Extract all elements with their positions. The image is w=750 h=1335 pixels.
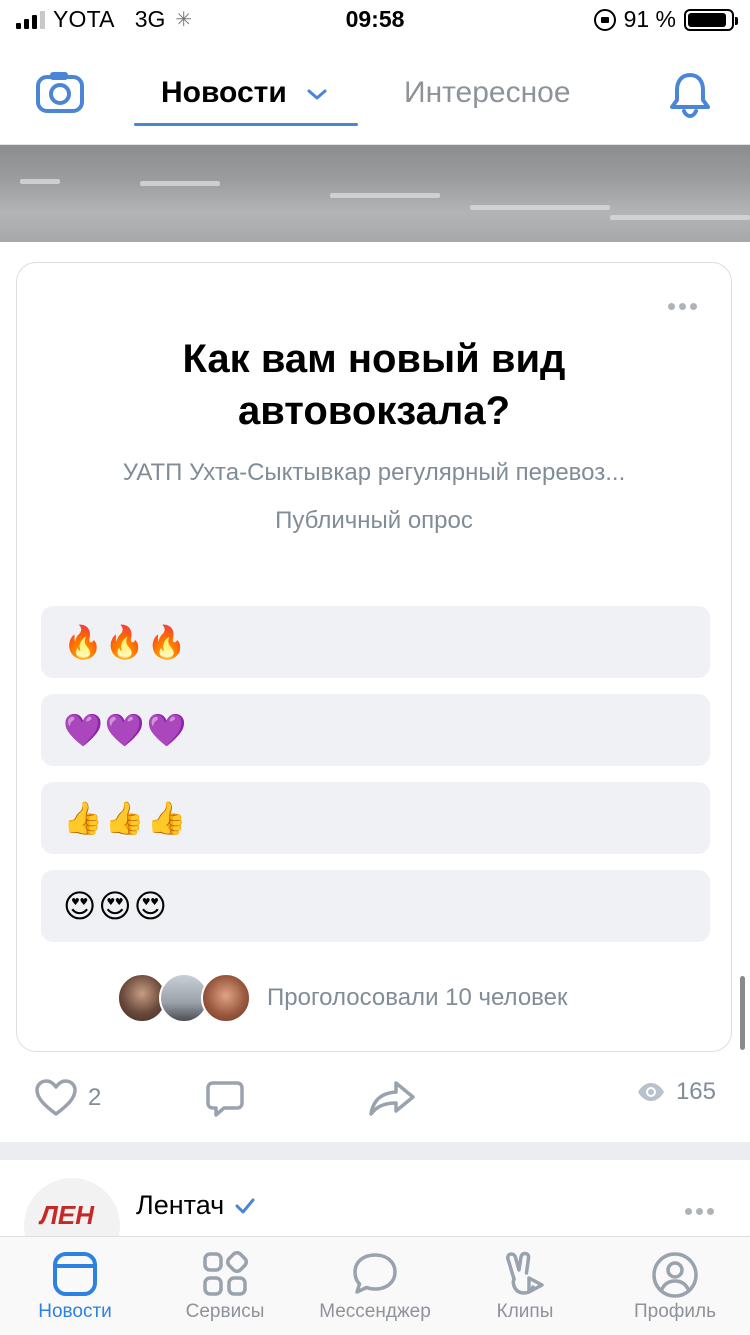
heart-icon — [35, 1079, 77, 1116]
camera-icon[interactable] — [36, 70, 84, 114]
tab-news-label: Новости — [161, 76, 287, 109]
status-bar: YOTA 3G ✳ 09:58 91 % — [0, 0, 750, 40]
share-button[interactable] — [368, 1078, 416, 1118]
voters-count: Проголосовали 10 человек — [267, 984, 568, 1011]
poll-option[interactable]: 👍👍👍 — [41, 782, 710, 854]
post-divider — [0, 1142, 750, 1160]
tabbar-item-clips[interactable]: Клипы — [450, 1237, 600, 1335]
profile-icon — [652, 1252, 698, 1298]
tabbar-item-services[interactable]: Сервисы — [150, 1237, 300, 1335]
more-options-icon[interactable] — [668, 303, 697, 310]
tabbar-label: Профиль — [633, 1301, 717, 1322]
tabbar-item-messenger[interactable]: Мессенджер — [300, 1237, 450, 1335]
post-actions: 2 165 — [0, 1070, 750, 1130]
views-counter: 165 — [636, 1078, 716, 1106]
clips-icon — [506, 1251, 544, 1295]
tab-interesting[interactable]: Интересное — [404, 76, 571, 110]
avatar-text: ЛЕН — [40, 1200, 94, 1230]
tabbar-label: Сервисы — [185, 1301, 265, 1322]
active-tab-indicator — [134, 123, 358, 126]
news-icon — [53, 1252, 97, 1296]
comment-button[interactable] — [204, 1078, 246, 1120]
post-author-name-container[interactable]: Лентач — [136, 1190, 256, 1221]
comment-icon — [206, 1081, 244, 1117]
battery-percent: 91 % — [623, 6, 676, 32]
poll-option[interactable]: 😍😍😍 — [41, 870, 710, 942]
poll-title: Как вам новый вид автовокзала? — [182, 337, 566, 433]
poll-option[interactable]: 💜💜💜 — [41, 694, 710, 766]
poll-author[interactable]: УАТП Ухта-Сыктывкар регулярный перевоз..… — [47, 459, 701, 487]
views-count: 165 — [675, 1078, 716, 1105]
chevron-down-icon — [306, 88, 328, 107]
verified-check-icon — [235, 1198, 255, 1213]
tabbar-label: Клипы — [496, 1301, 554, 1322]
orientation-lock-icon — [593, 8, 616, 31]
poll-type: Публичный опрос — [275, 507, 473, 534]
services-icon — [203, 1251, 248, 1296]
like-button[interactable]: 2 — [34, 1078, 101, 1118]
battery-icon — [684, 8, 738, 31]
feed-header: Новости Интересное — [0, 40, 750, 145]
scrollbar[interactable] — [740, 976, 745, 1050]
post-author-name: Лентач — [136, 1190, 225, 1220]
tabbar-item-news[interactable]: Новости — [0, 1237, 150, 1335]
tabbar-item-profile[interactable]: Профиль — [600, 1237, 750, 1335]
bell-icon[interactable] — [666, 70, 714, 119]
share-icon — [369, 1081, 415, 1116]
tabbar-label: Новости — [38, 1301, 112, 1322]
poll-option[interactable]: 🔥🔥🔥 — [41, 606, 710, 678]
like-count: 2 — [88, 1084, 102, 1111]
post-header: ЛЕН Лентач — [0, 1160, 750, 1274]
bottom-tab-bar: Новости Сервисы Мессенджер Клипы Профиль — [0, 1236, 750, 1334]
voters-summary[interactable]: Проголосовали 10 человек — [117, 973, 568, 1023]
avatar — [201, 973, 251, 1023]
eye-icon — [637, 1083, 664, 1101]
tabbar-label: Мессенджер — [319, 1301, 431, 1322]
tab-news[interactable]: Новости — [134, 60, 358, 126]
messenger-icon — [353, 1253, 397, 1294]
post-photo[interactable] — [0, 145, 750, 242]
poll-card: Как вам новый вид автовокзала? УАТП Ухта… — [16, 262, 732, 1052]
more-options-icon[interactable] — [685, 1208, 714, 1215]
